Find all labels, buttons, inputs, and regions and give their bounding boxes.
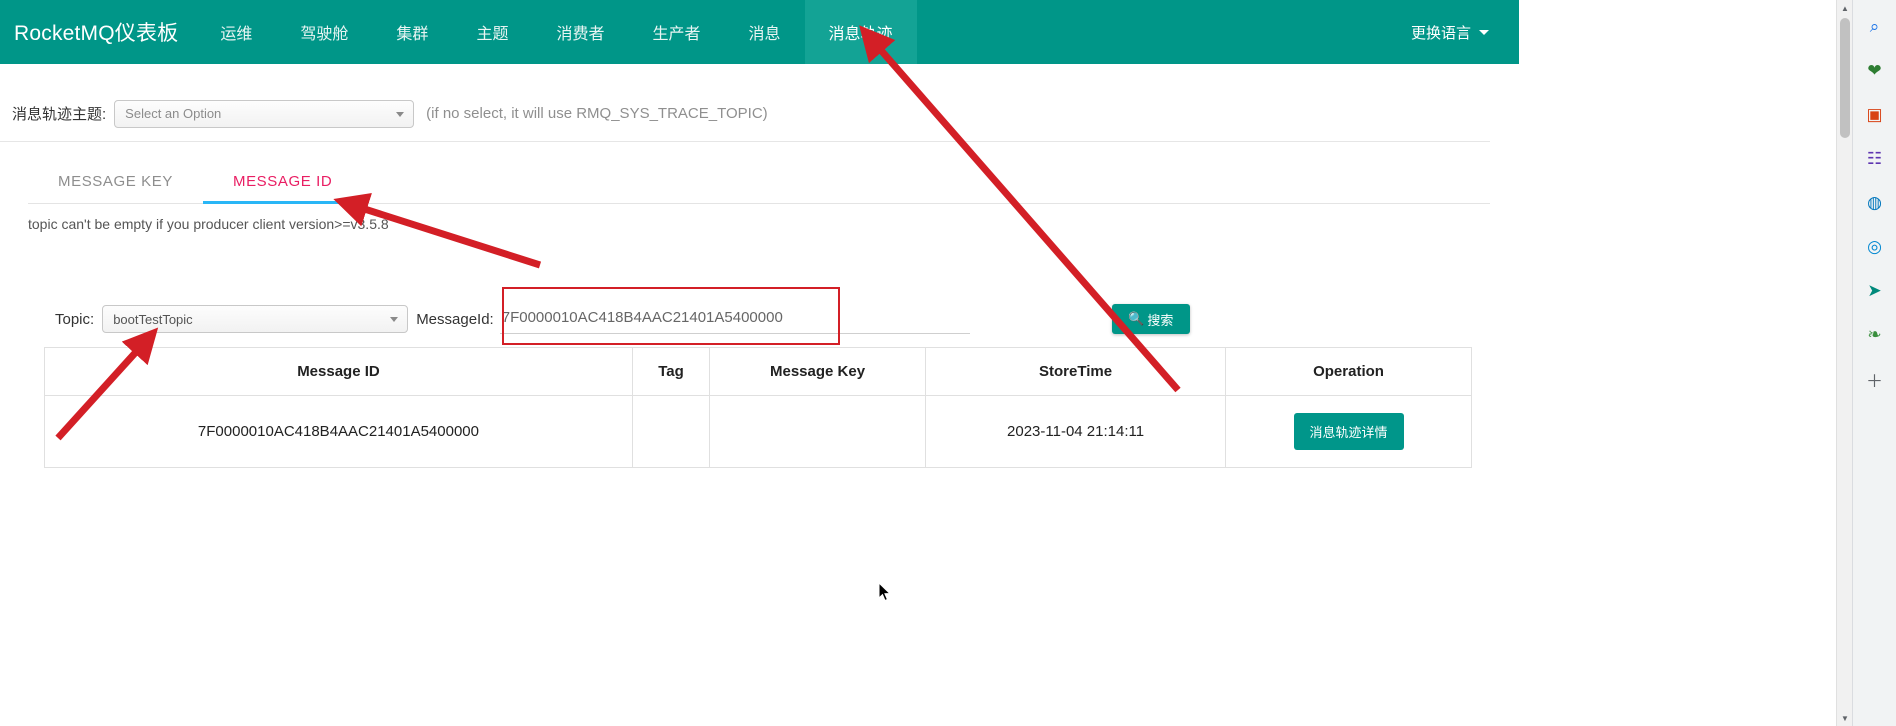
nav-item-4[interactable]: 消费者	[532, 0, 628, 64]
nav-item-3[interactable]: 主题	[452, 0, 532, 64]
tab-message-key[interactable]: MESSAGE KEY	[28, 173, 203, 203]
messageid-label: MessageId:	[416, 310, 494, 328]
cell-operation: 消息轨迹详情	[1225, 395, 1472, 468]
topic-select-value: bootTestTopic	[113, 311, 193, 327]
trace-topic-hint: (if no select, it will use RMQ_SYS_TRACE…	[426, 105, 768, 122]
language-switcher-label: 更换语言	[1410, 24, 1471, 42]
search-icon[interactable]: ⌕	[1860, 12, 1890, 42]
app-root: RocketMQ仪表板 运维 驾驶舱 集群 主题 消费者 生产者 消息 消息轨迹 更换语言 消…	[0, 0, 1896, 726]
trace-detail-button[interactable]: 消息轨迹详情	[1293, 413, 1404, 450]
nav-item-2[interactable]: 集群	[372, 0, 452, 64]
language-switcher[interactable]: 更换语言	[1411, 0, 1519, 64]
page-body: 消息轨迹主题: Select an Option (if no select, …	[0, 64, 1519, 726]
page-scrollbar[interactable]: ▲ ▼	[1836, 0, 1852, 726]
table-header-cell: Operation	[1225, 347, 1472, 396]
globe-icon[interactable]: ◍	[1860, 188, 1890, 218]
table-body: 7F0000010AC418B4AAC21401A5400000 2023-11-…	[44, 395, 1472, 468]
trace-topic-row: 消息轨迹主题: Select an Option (if no select, …	[0, 86, 1490, 142]
search-button[interactable]: 🔍 搜索	[1111, 304, 1190, 334]
add-icon[interactable]: ＋	[1860, 364, 1890, 394]
shopping-icon[interactable]: ▣	[1860, 100, 1890, 130]
chevron-down-icon	[390, 317, 399, 322]
results-table-wrapper: Message ID Tag Message Key StoreTime Operati…	[44, 347, 1472, 468]
cell-message-key	[709, 395, 927, 468]
table-header-row: Message ID Tag Message Key StoreTime Operati…	[44, 347, 1472, 396]
chevron-down-icon	[1479, 29, 1489, 35]
table-row: 7F0000010AC418B4AAC21401A5400000 2023-11-…	[44, 395, 1472, 468]
search-button-label: 搜索	[1147, 312, 1174, 328]
table-header-cell: Message ID	[44, 347, 633, 396]
browser-sidebar: ⌕ ❤ ▣ ☷ ◍ ◎ ➤ ❧ ＋	[1852, 0, 1896, 726]
cell-message-id: 7F0000010AC418B4AAC21401A5400000	[44, 395, 633, 468]
chevron-down-icon	[396, 111, 405, 117]
scroll-down-arrow[interactable]: ▼	[1837, 710, 1853, 726]
tab-message-id[interactable]: MESSAGE ID	[202, 173, 363, 204]
nav-item-1[interactable]: 驾驶舱	[276, 0, 372, 64]
scroll-up-arrow[interactable]: ▲	[1837, 0, 1853, 16]
nav-item-7[interactable]: 消息轨迹	[804, 0, 917, 64]
bookmark-icon[interactable]: ❤	[1860, 56, 1890, 86]
leaf-icon[interactable]: ❧	[1860, 320, 1890, 350]
table-header-cell: Message Key	[709, 347, 927, 396]
cell-store-time: 2023-11-04 21:14:11	[925, 395, 1227, 468]
form-hint: topic can't be empty if you producer cli…	[28, 216, 389, 232]
cell-tag	[631, 395, 711, 468]
annotation-box-messageid	[502, 287, 840, 345]
top-navbar: RocketMQ仪表板 运维 驾驶舱 集群 主题 消费者 生产者 消息 消息轨迹 更换语言	[0, 0, 1519, 64]
contacts-icon[interactable]: ☷	[1860, 144, 1890, 174]
trace-topic-label: 消息轨迹主题:	[12, 106, 107, 123]
topic-label: Topic:	[55, 310, 95, 328]
nav-item-6[interactable]: 消息	[724, 0, 804, 64]
scrollbar-thumb[interactable]	[1840, 18, 1850, 138]
nav-item-0[interactable]: 运维	[196, 0, 276, 64]
results-table: Message ID Tag Message Key StoreTime Operati…	[44, 347, 1472, 468]
topic-select[interactable]: bootTestTopic	[102, 305, 409, 333]
search-icon: 🔍	[1128, 311, 1145, 326]
outlook-icon[interactable]: ◎	[1860, 232, 1890, 262]
table-header-cell: StoreTime	[925, 347, 1227, 396]
trace-topic-select-value: Select an Option	[125, 106, 222, 121]
nav-items: 运维 驾驶舱 集群 主题 消费者 生产者 消息 消息轨迹	[196, 0, 917, 64]
brand-title[interactable]: RocketMQ仪表板	[0, 0, 196, 64]
table-head: Message ID Tag Message Key StoreTime Operati…	[44, 347, 1472, 396]
tab-bar: MESSAGE KEY MESSAGE ID	[28, 158, 1490, 204]
nav-item-5[interactable]: 生产者	[628, 0, 724, 64]
mouse-cursor	[878, 582, 891, 602]
trace-topic-select[interactable]: Select an Option	[114, 99, 415, 128]
telegram-icon[interactable]: ➤	[1860, 276, 1890, 306]
table-header-cell: Tag	[631, 347, 711, 396]
